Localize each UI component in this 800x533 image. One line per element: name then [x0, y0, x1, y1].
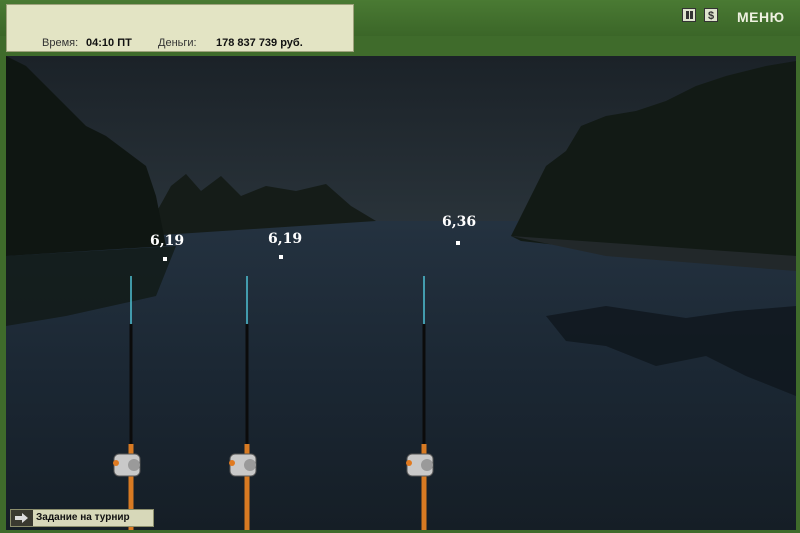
pause-icon[interactable] — [682, 8, 696, 22]
tournament-task-button[interactable]: Задание на турнир — [10, 509, 154, 527]
bobber-3[interactable] — [456, 241, 460, 245]
fishing-rod-3[interactable] — [399, 274, 439, 530]
info-panel: Время: 04:10 ПТ Деньги: 178 837 739 руб. — [6, 4, 354, 52]
fishing-rod-2[interactable] — [222, 274, 262, 530]
fishing-rod-1[interactable] — [106, 274, 146, 530]
money-label: Деньги: — [158, 37, 197, 49]
shop-button[interactable]: $ — [704, 8, 718, 22]
lake-scene[interactable] — [6, 56, 796, 530]
depth-label-3: 6,36 — [442, 214, 477, 230]
bobber-2[interactable] — [279, 255, 283, 259]
money-value: 178 837 739 руб. — [216, 37, 303, 49]
arrow-right-icon — [11, 510, 33, 526]
tournament-task-label: Задание на турнир — [36, 512, 130, 523]
time-label: Время: — [42, 37, 79, 49]
depth-label-2: 6,19 — [268, 231, 303, 247]
menu-button[interactable]: МЕНЮ — [737, 9, 785, 25]
bobber-1[interactable] — [163, 257, 167, 261]
depth-label-1: 6,19 — [150, 233, 185, 249]
time-value: 04:10 ПТ — [86, 37, 132, 49]
